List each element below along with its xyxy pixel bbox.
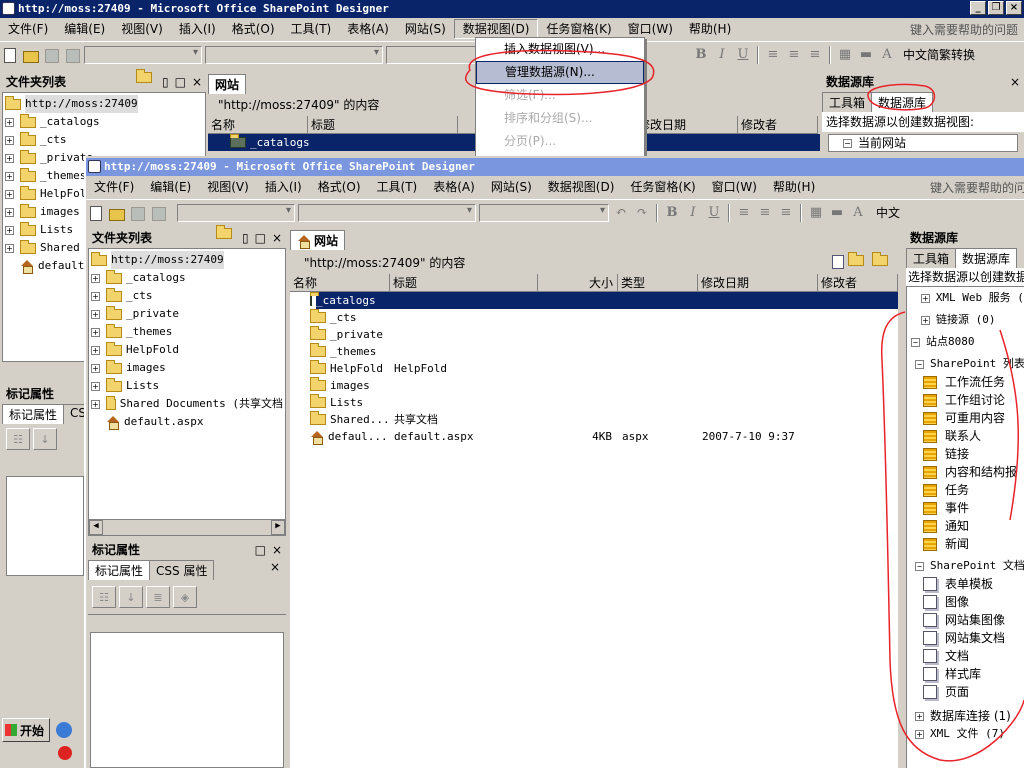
annotation-circle-datasource-tab — [867, 83, 936, 111]
annotation-bracket-datasource-tree — [880, 311, 1024, 762]
annotation-circle-manage-datasource — [464, 49, 655, 96]
annotation-layer — [464, 49, 1024, 762]
